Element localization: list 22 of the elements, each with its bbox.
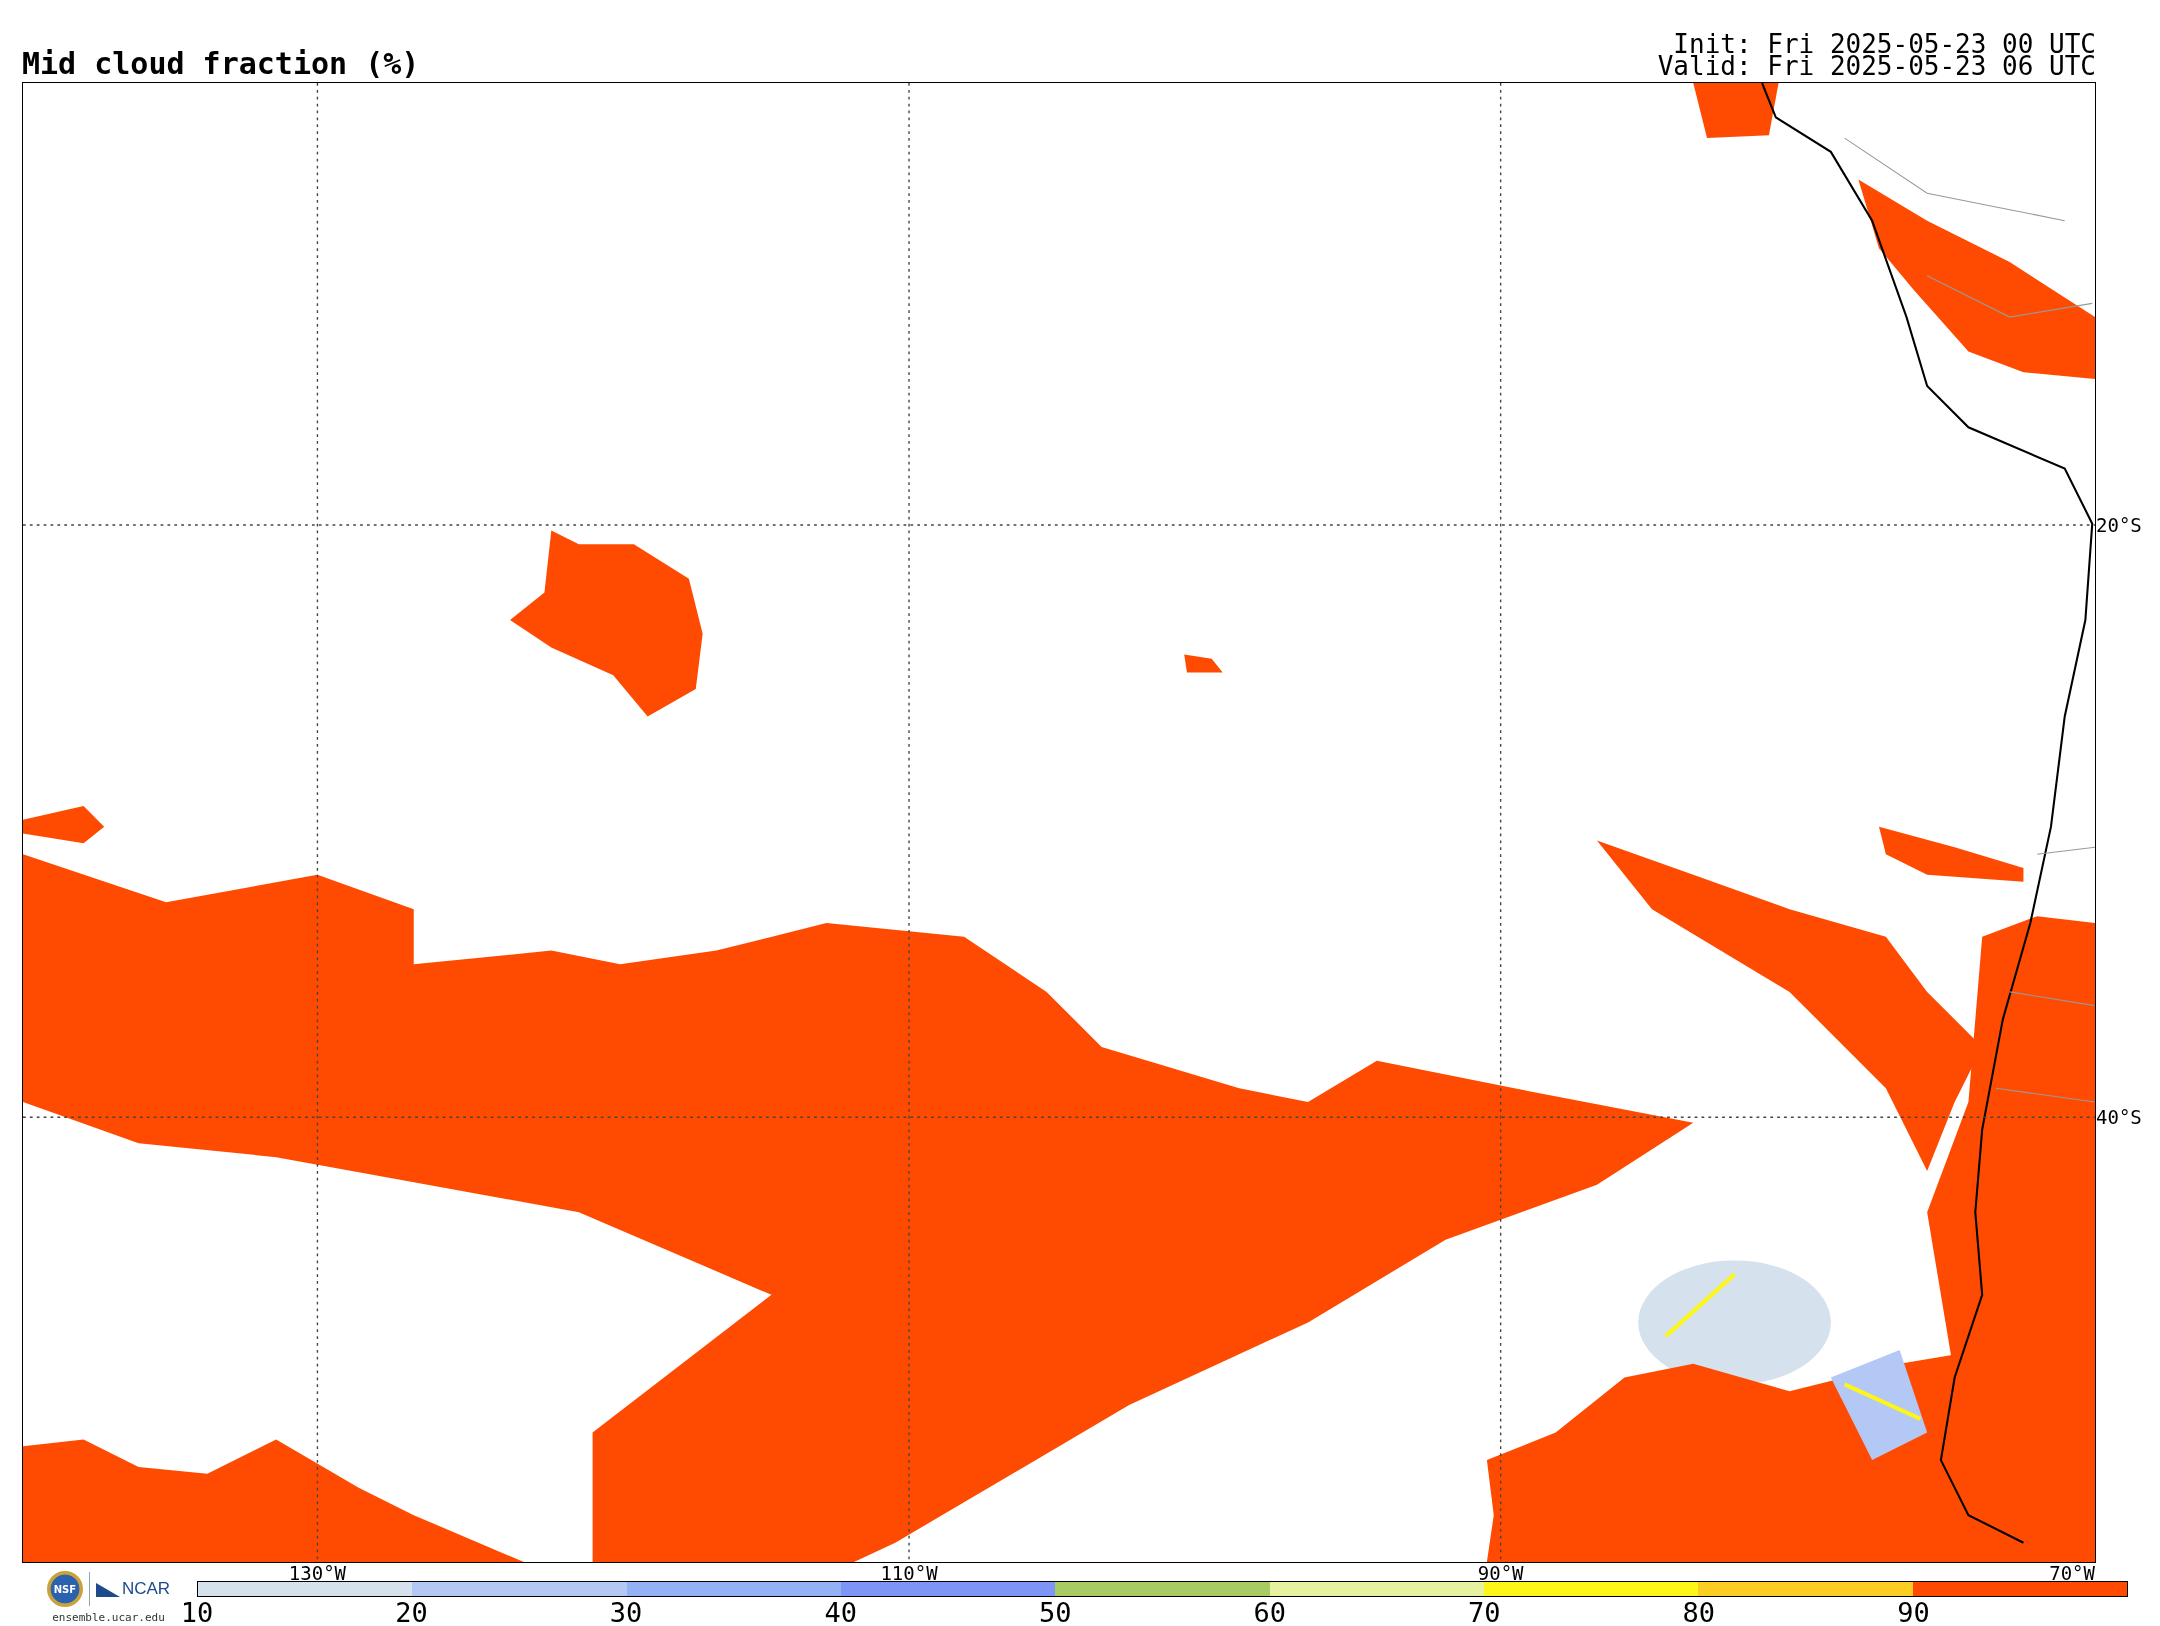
valid-time: Valid: Fri 2025-05-23 06 UTC	[1657, 55, 2096, 77]
website-url: ensemble.ucar.edu	[52, 1611, 165, 1624]
longitude-label: 110°W	[880, 1564, 938, 1583]
latitude-label: 20°S	[2096, 515, 2142, 535]
longitude-label: 130°W	[288, 1564, 346, 1583]
scale-tick-label: 70	[1468, 1599, 1501, 1626]
scale-tick-label: 80	[1682, 1599, 1716, 1626]
plot-title: Mid cloud fraction (%)	[22, 49, 420, 79]
ncar-mark-icon	[95, 1581, 120, 1597]
ncar-logo: NCAR	[95, 1579, 171, 1599]
longitude-label: 70°W	[2049, 1564, 2095, 1583]
scale-tick-label: 30	[609, 1599, 643, 1626]
init-time: Init: Fri 2025-05-23 00 UTC	[1673, 33, 2096, 55]
nsf-seal: NSF	[46, 1571, 83, 1607]
scale-tick-label: 90	[1897, 1599, 1930, 1626]
scale-tick-label: 10	[180, 1599, 214, 1626]
latitude-label: 40°S	[2096, 1107, 2142, 1127]
scale-tick-label: 50	[1038, 1599, 1072, 1626]
scale-tick-label: 20	[395, 1599, 428, 1626]
scale-tick-label: 60	[1253, 1599, 1286, 1626]
longitude-label: 90°W	[1477, 1564, 1524, 1583]
scale-tick-label: 40	[824, 1599, 857, 1626]
